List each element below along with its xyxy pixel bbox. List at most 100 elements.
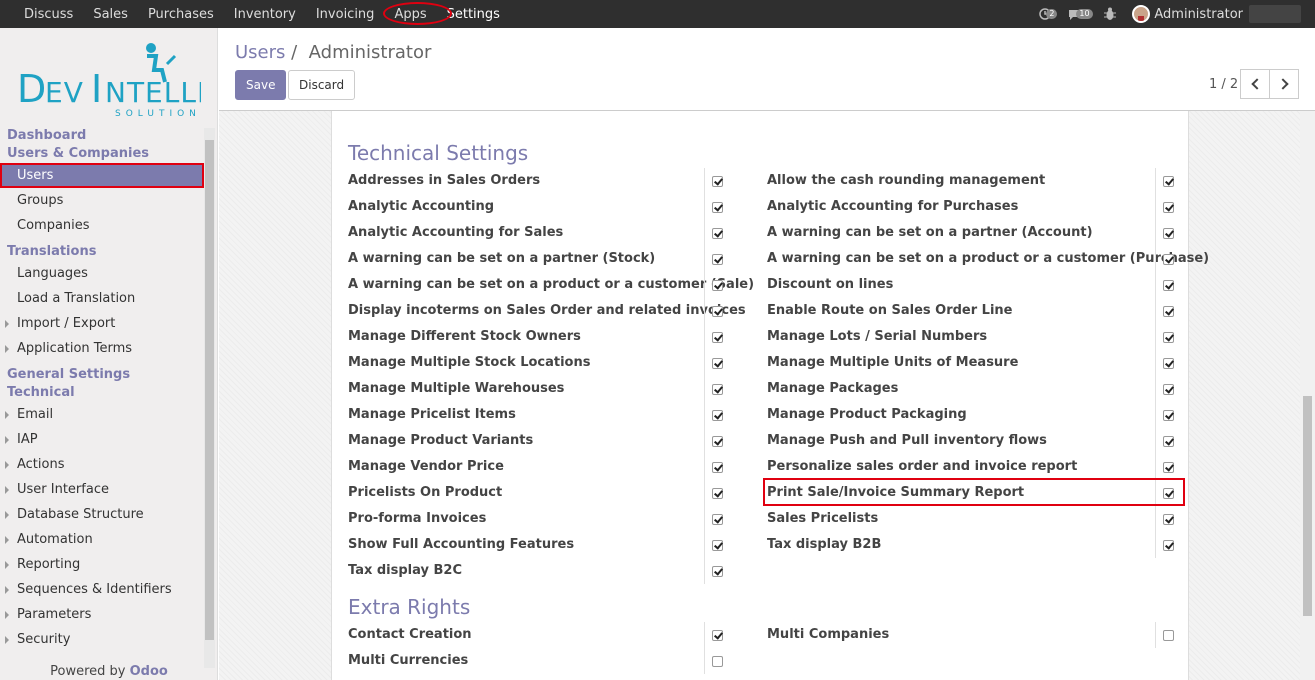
svg-text:EV: EV <box>45 76 84 109</box>
menu-inventory[interactable]: Inventory <box>224 7 306 22</box>
sidebar-item-application-terms[interactable]: Application Terms <box>0 336 204 361</box>
setting-checkbox-right[interactable] <box>1163 306 1174 317</box>
sidebar-item-actions[interactable]: Actions <box>0 452 204 477</box>
setting-checkbox-right[interactable] <box>1163 514 1174 525</box>
form-view-area: Technical Settings Extra Rights Addresse… <box>219 111 1315 680</box>
sidebar-item-users[interactable]: Users <box>0 163 204 188</box>
sidebar-item-iap[interactable]: IAP <box>0 427 204 452</box>
setting-checkbox-left[interactable] <box>712 384 723 395</box>
svg-text:SOLUTIONS: SOLUTIONS <box>115 109 201 119</box>
sidebar-item-companies[interactable]: Companies <box>0 213 204 238</box>
column-divider <box>704 272 705 298</box>
column-divider <box>1155 532 1156 558</box>
setting-label-right: A warning can be set on a product or a c… <box>767 251 1210 266</box>
user-menu[interactable]: Administrator <box>1154 7 1243 22</box>
column-divider <box>704 324 705 350</box>
setting-checkbox-right[interactable] <box>1163 436 1174 447</box>
sidebar-heading-dashboard[interactable]: Dashboard <box>0 127 204 145</box>
redacted-area <box>1249 5 1301 23</box>
setting-checkbox-right[interactable] <box>1163 280 1174 291</box>
main-scroll-thumb[interactable] <box>1303 396 1312 616</box>
sidebar-item-load-translation[interactable]: Load a Translation <box>0 286 204 311</box>
breadcrumb-current: Administrator <box>308 42 432 63</box>
setting-checkbox-left[interactable] <box>712 436 723 447</box>
discard-button[interactable]: Discard <box>288 70 356 100</box>
setting-checkbox-right[interactable] <box>1163 462 1174 473</box>
sidebar-item-languages[interactable]: Languages <box>0 261 204 286</box>
setting-checkbox-right[interactable] <box>1163 228 1174 239</box>
messages-icon[interactable]: 10 <box>1068 7 1094 21</box>
column-divider <box>1155 402 1156 428</box>
sidebar-item-reporting[interactable]: Reporting <box>0 552 204 577</box>
main-scrollbar[interactable] <box>1300 111 1315 680</box>
sidebar-item-groups[interactable]: Groups <box>0 188 204 213</box>
sidebar-item-sequences[interactable]: Sequences & Identifiers <box>0 577 204 602</box>
setting-checkbox-left[interactable] <box>712 566 723 577</box>
setting-checkbox-left[interactable] <box>712 488 723 499</box>
setting-checkbox-left[interactable] <box>712 228 723 239</box>
sidebar-heading-general-settings[interactable]: General Settings <box>0 366 204 384</box>
sidebar-menu: Dashboard Users & Companies Users Groups… <box>0 127 204 652</box>
setting-checkbox-left[interactable] <box>712 656 723 667</box>
sidebar-scroll-thumb[interactable] <box>205 140 214 640</box>
section-title-extra-rights: Extra Rights <box>348 595 471 619</box>
setting-checkbox-right[interactable] <box>1163 540 1174 551</box>
setting-checkbox-right[interactable] <box>1163 332 1174 343</box>
setting-label-right: Enable Route on Sales Order Line <box>767 303 1013 318</box>
sidebar-item-database-structure[interactable]: Database Structure <box>0 502 204 527</box>
menu-invoicing[interactable]: Invoicing <box>306 7 385 22</box>
odoo-link[interactable]: Odoo <box>130 664 168 679</box>
column-divider <box>1155 168 1156 194</box>
setting-checkbox-left[interactable] <box>712 358 723 369</box>
setting-checkbox-left[interactable] <box>712 306 723 317</box>
sidebar-heading-users-companies[interactable]: Users & Companies <box>0 145 204 163</box>
sidebar-item-import-export[interactable]: Import / Export <box>0 311 204 336</box>
user-avatar[interactable] <box>1132 5 1151 23</box>
sidebar-item-parameters[interactable]: Parameters <box>0 602 204 627</box>
setting-checkbox-right[interactable] <box>1163 176 1174 187</box>
column-divider <box>704 168 705 194</box>
pager-next-button[interactable] <box>1269 69 1299 99</box>
setting-checkbox-left[interactable] <box>712 202 723 213</box>
sidebar-item-automation[interactable]: Automation <box>0 527 204 552</box>
sidebar-heading-technical[interactable]: Technical <box>0 384 204 402</box>
menu-purchases[interactable]: Purchases <box>138 7 224 22</box>
save-button[interactable]: Save <box>235 70 287 100</box>
pager-value[interactable]: 1 / 2 <box>1209 77 1238 92</box>
setting-checkbox-right[interactable] <box>1163 254 1174 265</box>
setting-checkbox-left[interactable] <box>712 410 723 421</box>
setting-label-right: Personalize sales order and invoice repo… <box>767 459 1078 474</box>
debug-bug-icon[interactable] <box>1104 7 1118 21</box>
pager-previous-button[interactable] <box>1240 69 1270 99</box>
sidebar-heading-translations[interactable]: Translations <box>0 243 204 261</box>
setting-checkbox-left[interactable] <box>712 176 723 187</box>
setting-checkbox-right[interactable] <box>1163 630 1174 641</box>
setting-checkbox-left[interactable] <box>712 630 723 641</box>
setting-checkbox-right[interactable] <box>1163 202 1174 213</box>
breadcrumb-users-link[interactable]: Users <box>235 42 285 63</box>
setting-checkbox-left[interactable] <box>712 254 723 265</box>
summary-report-highlight <box>763 478 1185 506</box>
menu-discuss[interactable]: Discuss <box>14 7 83 22</box>
sidebar-item-email[interactable]: Email <box>0 402 204 427</box>
section-title-technical-settings: Technical Settings <box>348 141 529 165</box>
column-divider <box>704 454 705 480</box>
setting-checkbox-left[interactable] <box>712 280 723 291</box>
setting-checkbox-left[interactable] <box>712 332 723 343</box>
setting-label-right: Multi Companies <box>767 627 890 642</box>
activity-icon[interactable]: 2 <box>1038 7 1058 21</box>
sidebar-item-security[interactable]: Security <box>0 627 204 652</box>
setting-checkbox-right[interactable] <box>1163 358 1174 369</box>
setting-checkbox-right[interactable] <box>1163 384 1174 395</box>
setting-label-right: A warning can be set on a partner (Accou… <box>767 225 1093 240</box>
setting-checkbox-right[interactable] <box>1163 410 1174 421</box>
setting-checkbox-left[interactable] <box>712 540 723 551</box>
column-divider <box>704 194 705 220</box>
column-divider <box>1155 220 1156 246</box>
setting-checkbox-left[interactable] <box>712 514 723 525</box>
setting-label-right: Discount on lines <box>767 277 894 292</box>
sidebar-item-user-interface[interactable]: User Interface <box>0 477 204 502</box>
setting-checkbox-left[interactable] <box>712 462 723 473</box>
menu-sales[interactable]: Sales <box>83 7 138 22</box>
sidebar-scrollbar[interactable] <box>204 128 215 668</box>
